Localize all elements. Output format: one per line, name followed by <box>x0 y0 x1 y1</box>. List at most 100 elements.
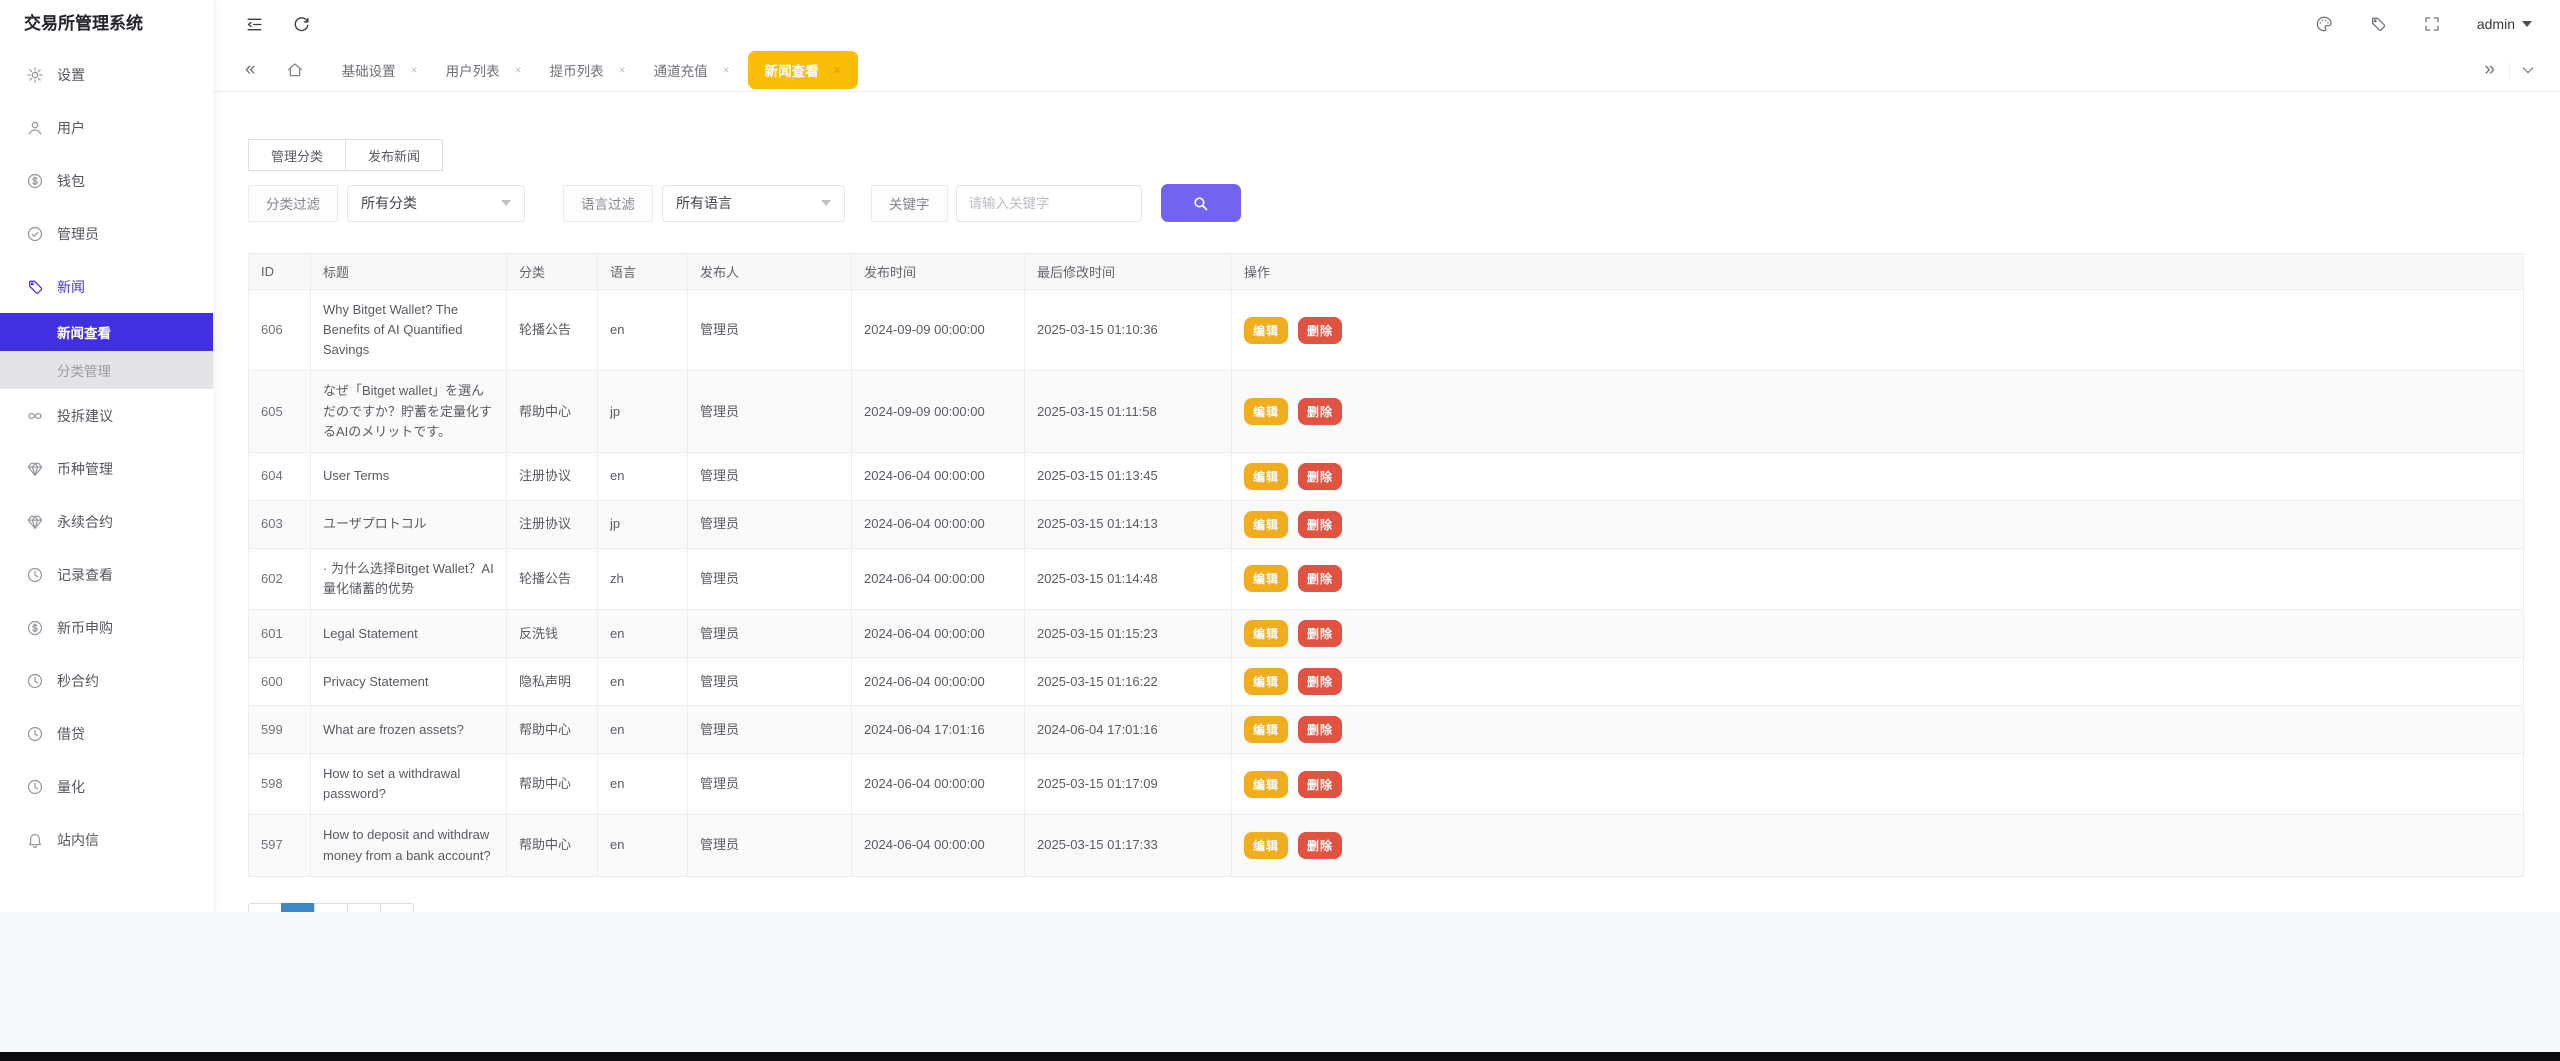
keyword-input[interactable] <box>956 185 1142 222</box>
tag-icon <box>26 278 44 296</box>
edit-button[interactable]: 编辑 <box>1244 668 1288 695</box>
cell-id: 598 <box>249 754 311 815</box>
language-select-value: 所有语言 <box>676 193 732 213</box>
sidebar-item-settings[interactable]: 设置 <box>0 48 213 101</box>
tag-icon[interactable] <box>2369 15 2387 33</box>
sidebar-subitem-label: 分类管理 <box>57 360 111 380</box>
delete-button[interactable]: 删除 <box>1298 398 1342 425</box>
cell-publisher: 管理员 <box>688 658 852 706</box>
tab-close-icon[interactable]: × <box>834 63 841 77</box>
delete-button[interactable]: 删除 <box>1298 317 1342 344</box>
cell-language: en <box>598 706 688 754</box>
sidebar-item-wallet[interactable]: 钱包 <box>0 154 213 207</box>
edit-button[interactable]: 编辑 <box>1244 565 1288 592</box>
tab-label: 新闻查看 <box>765 60 819 80</box>
sidebar-item-feedback[interactable]: 投拆建议 <box>0 389 213 442</box>
tab-news-view[interactable]: 新闻查看 × <box>748 51 858 89</box>
edit-button[interactable]: 编辑 <box>1244 317 1288 344</box>
user-dropdown[interactable]: admin <box>2477 16 2532 32</box>
cell-language: jp <box>598 371 688 452</box>
search-button[interactable] <box>1161 184 1241 222</box>
edit-button[interactable]: 编辑 <box>1244 771 1288 798</box>
tab-close-icon[interactable]: × <box>411 63 418 77</box>
delete-button[interactable]: 删除 <box>1298 565 1342 592</box>
tab-close-icon[interactable]: × <box>619 63 626 77</box>
manage-category-button[interactable]: 管理分类 <box>248 139 346 171</box>
cell-category: 帮助中心 <box>507 754 598 815</box>
select-caret-icon <box>501 200 511 206</box>
delete-button[interactable]: 删除 <box>1298 668 1342 695</box>
tab-basic-settings[interactable]: 基础设置× <box>332 52 428 88</box>
cell-publish-time: 2024-06-04 17:01:16 <box>852 706 1025 754</box>
publish-news-button[interactable]: 发布新闻 <box>345 139 443 171</box>
sidebar-item-news[interactable]: 新闻 <box>0 260 213 313</box>
row-actions: 编辑删除 <box>1244 565 2511 592</box>
row-actions: 编辑删除 <box>1244 832 2511 859</box>
delete-button[interactable]: 删除 <box>1298 832 1342 859</box>
sidebar-item-site-message[interactable]: 站内信 <box>0 813 213 866</box>
cell-language: en <box>598 610 688 658</box>
edit-button[interactable]: 编辑 <box>1244 463 1288 490</box>
infinity-icon <box>26 407 44 425</box>
tabs-scroll-left-icon[interactable]: « <box>245 60 256 79</box>
delete-button[interactable]: 删除 <box>1298 620 1342 647</box>
sidebar-item-record-view[interactable]: 记录查看 <box>0 548 213 601</box>
cell-id: 602 <box>249 548 311 609</box>
cell-publisher: 管理员 <box>688 610 852 658</box>
refresh-button[interactable] <box>292 15 311 34</box>
cell-category: 帮助中心 <box>507 706 598 754</box>
sidebar-item-new-coin-subscribe[interactable]: 新币申购 <box>0 601 213 654</box>
column-header: 标题 <box>311 254 507 290</box>
edit-button[interactable]: 编辑 <box>1244 511 1288 538</box>
delete-button[interactable]: 删除 <box>1298 463 1342 490</box>
tab-withdraw-list[interactable]: 提币列表 × <box>540 52 636 88</box>
sidebar-item-label: 量化 <box>57 777 85 797</box>
sidebar-item-second-contract[interactable]: 秒合约 <box>0 654 213 707</box>
menu-fold-icon <box>245 15 264 34</box>
row-actions: 编辑删除 <box>1244 668 2511 695</box>
language-select[interactable]: 所有语言 <box>662 185 845 222</box>
delete-button[interactable]: 删除 <box>1298 716 1342 743</box>
edit-button[interactable]: 编辑 <box>1244 620 1288 647</box>
theme-palette-icon[interactable] <box>2315 15 2333 33</box>
tab-close-icon[interactable]: × <box>515 63 522 77</box>
sidebar-subitem-category-manage[interactable]: 分类管理 <box>0 351 213 389</box>
table-row: 606Why Bitget Wallet? The Benefits of AI… <box>249 290 2524 371</box>
fullscreen-icon[interactable] <box>2423 15 2441 33</box>
tab-close-icon[interactable]: × <box>723 63 730 77</box>
edit-button[interactable]: 编辑 <box>1244 716 1288 743</box>
sidebar-item-label: 秒合约 <box>57 671 99 691</box>
tab-label: 用户列表 <box>446 60 500 80</box>
sidebar-item-lending[interactable]: 借贷 <box>0 707 213 760</box>
bell-icon <box>26 831 44 849</box>
edit-button[interactable]: 编辑 <box>1244 832 1288 859</box>
delete-button[interactable]: 删除 <box>1298 771 1342 798</box>
cell-title: Privacy Statement <box>311 658 507 706</box>
cell-publish-time: 2024-06-04 00:00:00 <box>852 815 1025 876</box>
row-actions: 编辑删除 <box>1244 511 2511 538</box>
sidebar-item-users[interactable]: 用户 <box>0 101 213 154</box>
sidebar-item-perpetual-contract[interactable]: 永续合约 <box>0 495 213 548</box>
sidebar-item-admins[interactable]: 管理员 <box>0 207 213 260</box>
tabs-menu-chevron-icon[interactable] <box>2520 62 2536 78</box>
tab-channel-deposit[interactable]: 通道充值× <box>644 52 740 88</box>
bottom-black-bar <box>0 1052 2560 1061</box>
tabs-scroll-right-icon[interactable]: » <box>2470 60 2509 79</box>
cell-publisher: 管理员 <box>688 452 852 500</box>
sidebar-subitem-label: 新闻查看 <box>57 322 111 342</box>
username: admin <box>2477 16 2515 32</box>
sidebar-item-label: 永续合约 <box>57 512 113 532</box>
sidebar-item-quant[interactable]: 量化 <box>0 760 213 813</box>
sidebar-item-coin-manage[interactable]: 币种管理 <box>0 442 213 495</box>
menu-fold-button[interactable] <box>245 15 264 34</box>
sidebar-subitem-news-view[interactable]: 新闻查看 <box>0 313 213 351</box>
cell-modified-time: 2025-03-15 01:16:22 <box>1025 658 1232 706</box>
gem-icon <box>26 513 44 531</box>
home-icon[interactable] <box>286 61 304 79</box>
language-filter-label: 语言过滤 <box>563 185 653 222</box>
category-select[interactable]: 所有分类 <box>347 185 525 222</box>
tab-label: 提币列表 <box>550 60 604 80</box>
tab-user-list[interactable]: 用户列表 × <box>436 52 532 88</box>
edit-button[interactable]: 编辑 <box>1244 398 1288 425</box>
delete-button[interactable]: 删除 <box>1298 511 1342 538</box>
